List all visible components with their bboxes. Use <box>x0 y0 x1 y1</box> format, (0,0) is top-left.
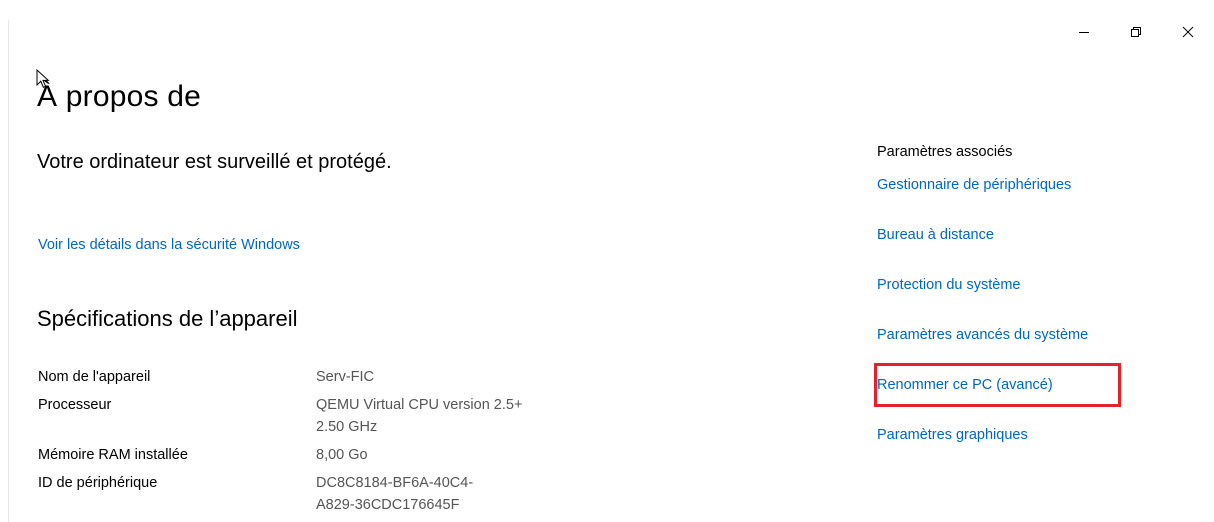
close-button[interactable] <box>1162 12 1214 52</box>
spec-label: Mémoire RAM installée <box>38 447 188 463</box>
related-item-advanced-system-settings: Paramètres avancés du système <box>877 325 1177 375</box>
spec-row-device-name: Nom de l'appareil Serv-FIC <box>38 366 598 388</box>
close-icon <box>1182 26 1194 38</box>
device-manager-link[interactable]: Gestionnaire de périphériques <box>877 177 1071 193</box>
spec-label: Nom de l'appareil <box>38 369 151 385</box>
related-item-system-protection: Protection du système <box>877 275 1177 325</box>
spec-value: Serv-FIC <box>316 369 374 385</box>
page-title: À propos de <box>37 80 201 113</box>
spec-label: Processeur <box>38 397 112 413</box>
restore-button[interactable] <box>1110 12 1162 52</box>
related-item-device-manager: Gestionnaire de périphériques <box>877 175 1177 225</box>
minimize-button[interactable] <box>1058 12 1110 52</box>
advanced-system-settings-link[interactable]: Paramètres avancés du système <box>877 327 1088 343</box>
device-specs-title: Spécifications de l’appareil <box>37 306 298 331</box>
protection-status-text: Votre ordinateur est surveillé et protég… <box>37 151 392 173</box>
spec-row-processor: Processeur QEMU Virtual CPU version 2.5+… <box>38 394 598 438</box>
spec-row-device-id: ID de périphérique DC8C8184-BF6A-40C4- A… <box>38 472 598 516</box>
related-item-remote-desktop: Bureau à distance <box>877 225 1177 275</box>
security-details-link[interactable]: Voir les détails dans la sécurité Window… <box>38 237 300 253</box>
restore-icon <box>1131 27 1141 37</box>
window-left-edge <box>8 20 9 522</box>
spec-row-ram: Mémoire RAM installée 8,00 Go <box>38 444 598 466</box>
device-specs-table: Nom de l'appareil Serv-FIC Processeur QE… <box>38 366 598 522</box>
settings-window: À propos de Votre ordinateur est surveil… <box>0 0 1214 522</box>
related-settings-heading: Paramètres associés <box>877 144 1013 160</box>
related-settings: Paramètres associés Gestionnaire de péri… <box>877 142 1177 475</box>
related-item-graphics-settings: Paramètres graphiques <box>877 425 1177 475</box>
spec-value: DC8C8184-BF6A-40C4- A829-36CDC176645F <box>316 475 474 513</box>
graphics-settings-link[interactable]: Paramètres graphiques <box>877 427 1028 443</box>
remote-desktop-link[interactable]: Bureau à distance <box>877 227 994 243</box>
minimize-icon <box>1079 32 1089 33</box>
system-protection-link[interactable]: Protection du système <box>877 277 1020 293</box>
spec-value: 8,00 Go <box>316 447 368 463</box>
rename-pc-advanced-link[interactable]: Renommer ce PC (avancé) <box>877 377 1053 393</box>
window-controls <box>1058 12 1214 52</box>
spec-value: QEMU Virtual CPU version 2.5+ 2.50 GHz <box>316 397 523 435</box>
related-item-rename-pc: Renommer ce PC (avancé) <box>877 375 1177 425</box>
spec-label: ID de périphérique <box>38 475 158 491</box>
